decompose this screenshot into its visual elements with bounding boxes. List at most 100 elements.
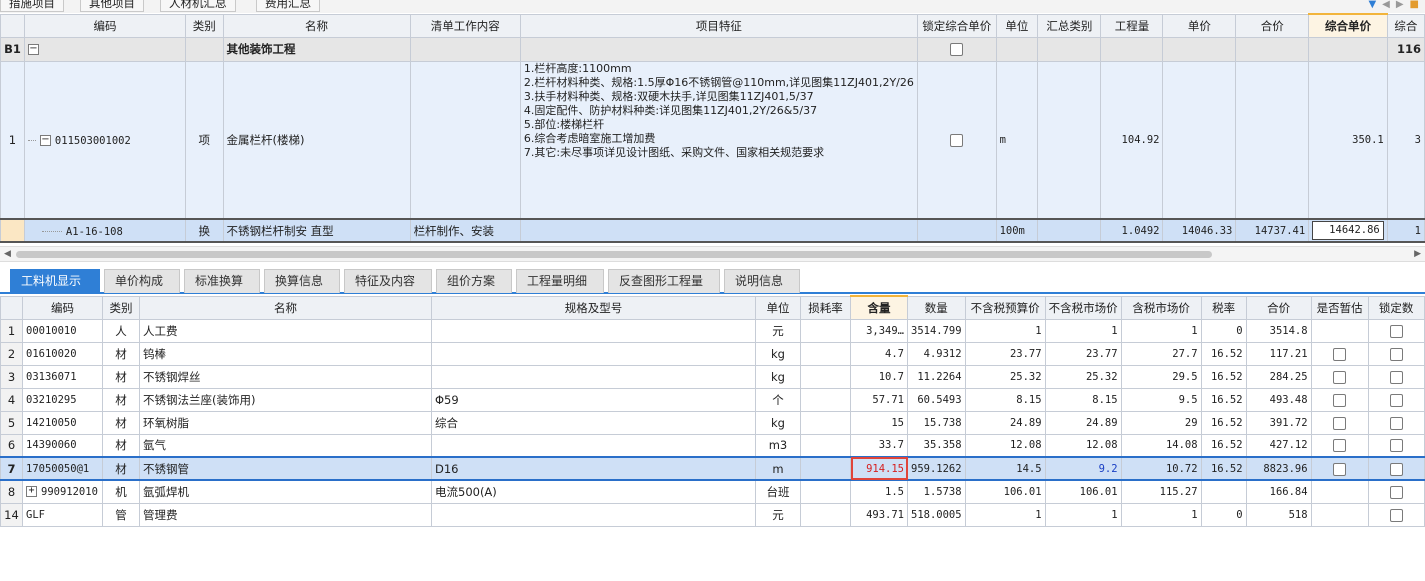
col-budget-price[interactable]: 不含税预算价 bbox=[964, 295, 1046, 320]
lock-qty-checkbox[interactable] bbox=[1389, 416, 1403, 430]
col-type[interactable]: 类别 bbox=[102, 295, 140, 320]
col-work-content[interactable]: 清单工作内容 bbox=[409, 13, 521, 38]
item-features[interactable]: 1.栏杆高度:1100mm 2.栏杆材料种类、规格:1.5厚Φ16不锈钢管@11… bbox=[519, 60, 918, 220]
material-spec[interactable] bbox=[431, 433, 756, 458]
material-market-price[interactable]: 12.08 bbox=[1044, 433, 1122, 458]
material-market-price-tax[interactable]: 115.27 bbox=[1120, 479, 1202, 504]
collapse-icon[interactable]: − bbox=[27, 44, 39, 55]
tab-price-composition[interactable]: 单价构成 bbox=[104, 269, 180, 293]
lock-qty-checkbox[interactable] bbox=[1389, 347, 1403, 361]
material-row[interactable]: 14 GLF 管管理费元 493.71 518.0005 1 1 1 0 518 bbox=[0, 502, 1425, 527]
material-content[interactable]: 15 bbox=[850, 410, 908, 435]
undo-icon[interactable]: ◀ bbox=[1382, 0, 1390, 13]
material-row[interactable]: 1 00010010 人人工费元 3,349… 3514.799 1 1 1 0 3514.8 bbox=[0, 318, 1425, 343]
material-market-price[interactable]: 106.01 bbox=[1044, 479, 1122, 504]
material-loss-rate[interactable] bbox=[800, 364, 851, 389]
lock-qty-checkbox[interactable] bbox=[1389, 462, 1403, 476]
lock-price-checkbox[interactable] bbox=[950, 133, 964, 147]
provisional-checkbox[interactable] bbox=[1333, 393, 1347, 407]
material-loss-rate[interactable] bbox=[800, 433, 851, 458]
material-market-price[interactable]: 25.32 bbox=[1044, 364, 1122, 389]
material-code[interactable]: 17050050@1 bbox=[22, 456, 103, 481]
material-tax-rate[interactable]: 16.52 bbox=[1200, 456, 1247, 481]
col-market-price[interactable]: 不含税市场价 bbox=[1044, 295, 1122, 320]
col-comp-total[interactable]: 综合 bbox=[1386, 13, 1425, 38]
material-content[interactable]: 57.71 bbox=[850, 387, 908, 412]
material-spec[interactable]: 综合 bbox=[431, 410, 756, 435]
item-name[interactable]: 金属栏杆(楼梯) bbox=[222, 60, 411, 220]
lock-qty-checkbox[interactable] bbox=[1389, 485, 1403, 499]
material-market-price[interactable]: 1 bbox=[1044, 502, 1122, 527]
quota-comp-price[interactable]: 14642.86 bbox=[1312, 221, 1384, 240]
col-unit[interactable]: 单位 bbox=[755, 295, 801, 320]
col-name[interactable]: 名称 bbox=[222, 13, 411, 38]
scroll-thumb[interactable] bbox=[16, 251, 1212, 258]
collapse-icon[interactable]: − bbox=[39, 134, 51, 146]
provisional-checkbox[interactable] bbox=[1333, 370, 1347, 384]
material-name[interactable]: 环氧树脂 bbox=[139, 410, 432, 435]
material-market-price[interactable]: 24.89 bbox=[1044, 410, 1122, 435]
material-loss-rate[interactable] bbox=[800, 410, 851, 435]
col-total[interactable]: 合价 bbox=[1245, 295, 1312, 320]
material-content[interactable]: 10.7 bbox=[850, 364, 908, 389]
material-content[interactable]: 33.7 bbox=[850, 433, 908, 458]
material-loss-rate[interactable] bbox=[800, 387, 851, 412]
material-loss-rate[interactable] bbox=[800, 456, 851, 481]
material-row[interactable]: 5 14210050 材环氧树脂 综合 kg 15 15.738 24.89 24.89 29 16… bbox=[0, 410, 1425, 435]
material-name[interactable]: 钨棒 bbox=[139, 341, 432, 366]
lock-price-checkbox[interactable] bbox=[950, 43, 964, 56]
tab-measures[interactable]: 措施项目 bbox=[0, 0, 64, 12]
material-qty[interactable]: 11.2264 bbox=[907, 364, 966, 389]
tab-reverse-graphic-quantity[interactable]: 反查图形工程量 bbox=[608, 269, 720, 293]
section-row[interactable]: B1 − 其他装饰工程 116 bbox=[0, 36, 1425, 62]
material-spec[interactable] bbox=[431, 341, 756, 366]
material-row[interactable]: 6 14390060 材氩气 m3 33.7 35.358 12.08 12.08 14.08 1… bbox=[0, 433, 1425, 458]
material-market-price[interactable]: 9.2 bbox=[1044, 456, 1122, 481]
lock-qty-checkbox[interactable] bbox=[1389, 439, 1403, 453]
col-tax-rate[interactable]: 税率 bbox=[1200, 295, 1247, 320]
material-loss-rate[interactable] bbox=[800, 318, 851, 343]
material-name[interactable]: 人工费 bbox=[139, 318, 432, 343]
material-market-price-tax[interactable]: 29 bbox=[1120, 410, 1202, 435]
col-summary-type[interactable]: 汇总类别 bbox=[1037, 13, 1102, 38]
material-row[interactable]: 7 17050050@1 材不锈钢管 D16 m 914.15 959.1262 14.5 9.… bbox=[0, 456, 1425, 481]
col-total[interactable]: 合价 bbox=[1235, 13, 1310, 38]
material-qty[interactable]: 60.5493 bbox=[907, 387, 966, 412]
material-loss-rate[interactable] bbox=[800, 502, 851, 527]
material-market-price[interactable]: 8.15 bbox=[1044, 387, 1122, 412]
col-comp-price[interactable]: 综合单价 bbox=[1308, 13, 1388, 38]
material-spec[interactable] bbox=[431, 502, 756, 527]
col-loss-rate[interactable]: 损耗率 bbox=[800, 295, 851, 320]
lock-qty-checkbox[interactable] bbox=[1389, 324, 1403, 338]
material-market-price-tax[interactable]: 1 bbox=[1120, 502, 1202, 527]
horizontal-scrollbar[interactable]: ◀ ▶ bbox=[0, 246, 1425, 262]
col-name[interactable]: 名称 bbox=[139, 295, 432, 320]
material-name[interactable]: 氩气 bbox=[139, 433, 432, 458]
tab-conversion-info[interactable]: 换算信息 bbox=[264, 269, 340, 293]
col-code[interactable]: 编码 bbox=[23, 13, 187, 38]
scroll-left-icon[interactable]: ◀ bbox=[4, 249, 11, 259]
material-tax-rate[interactable]: 16.52 bbox=[1200, 341, 1247, 366]
material-market-price-tax[interactable]: 1 bbox=[1120, 318, 1202, 343]
material-qty[interactable]: 3514.799 bbox=[907, 318, 966, 343]
col-unit[interactable]: 单位 bbox=[995, 13, 1039, 38]
lock-qty-checkbox[interactable] bbox=[1389, 393, 1403, 407]
bill-item-row[interactable]: 1 −011503001002 项 金属栏杆(楼梯) 1.栏杆高度:1100mm… bbox=[0, 60, 1425, 220]
material-name[interactable]: 氩弧焊机 bbox=[139, 479, 432, 504]
material-tax-rate[interactable]: 16.52 bbox=[1200, 433, 1247, 458]
provisional-checkbox[interactable] bbox=[1333, 416, 1347, 430]
material-content[interactable]: 493.71 bbox=[850, 502, 908, 527]
material-content[interactable]: 3,349… bbox=[850, 318, 908, 343]
material-tax-rate[interactable]: 16.52 bbox=[1200, 387, 1247, 412]
tab-standard-conversion[interactable]: 标准换算 bbox=[184, 269, 260, 293]
material-content[interactable]: 914.15 bbox=[850, 456, 908, 481]
material-spec[interactable]: D16 bbox=[431, 456, 756, 481]
col-qty[interactable]: 数量 bbox=[907, 295, 966, 320]
material-qty[interactable]: 959.1262 bbox=[907, 456, 966, 481]
material-market-price-tax[interactable]: 9.5 bbox=[1120, 387, 1202, 412]
tab-labor-material-summary[interactable]: 人材机汇总 bbox=[160, 0, 236, 12]
settings-icon[interactable]: ■ bbox=[1410, 0, 1419, 13]
provisional-checkbox[interactable] bbox=[1333, 439, 1347, 453]
quota-comp-price-cell[interactable]: 14642.86 bbox=[1308, 218, 1388, 243]
col-unit-price[interactable]: 单价 bbox=[1162, 13, 1237, 38]
